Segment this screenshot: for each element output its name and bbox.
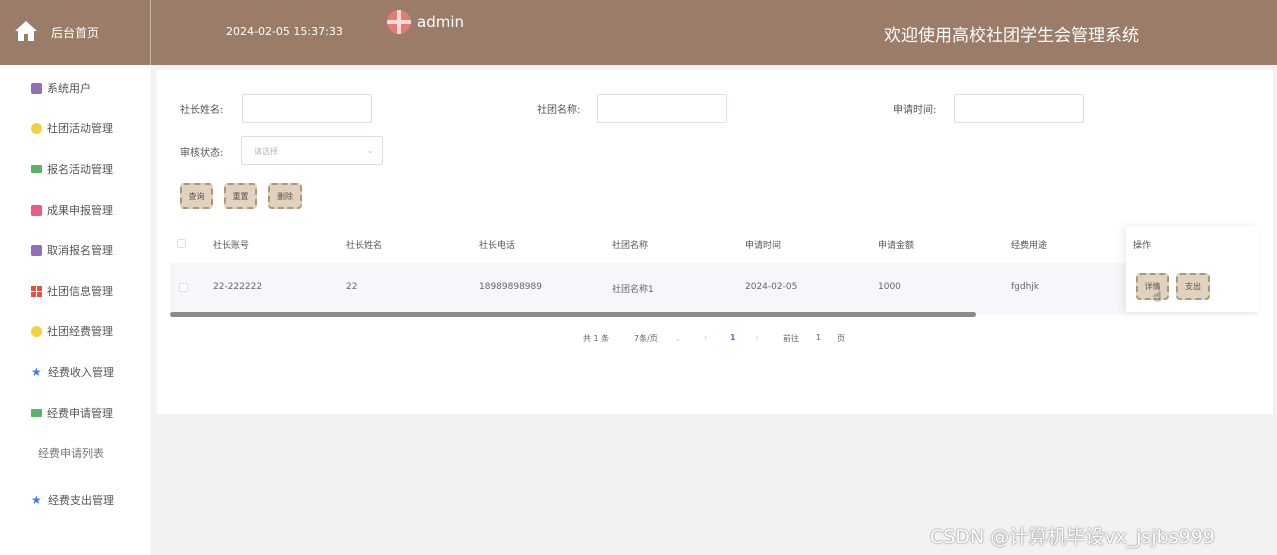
delete-button[interactable]: 删除 — [268, 183, 302, 209]
column-header: 申请金额 — [878, 241, 915, 251]
home-icon — [14, 20, 38, 46]
page-size-select[interactable]: 7条/页 ⌄ — [634, 333, 681, 344]
username: admin — [417, 13, 464, 31]
message-icon — [31, 409, 42, 417]
page-suffix: 页 — [837, 334, 845, 343]
pagination-total: 共 1 条 — [583, 334, 610, 343]
grid-icon — [31, 285, 42, 297]
column-header: 社团名称 — [612, 241, 649, 251]
sidebar-item-fund-income[interactable]: ★ 经费收入管理 — [31, 363, 114, 381]
cell-account: 22-222222 — [213, 282, 263, 292]
star-icon: ★ — [31, 493, 42, 507]
status-select[interactable]: 请选择 ⌄ — [241, 136, 383, 165]
sidebar-item-label: 社团活动管理 — [47, 122, 113, 135]
goto-label: 前往 — [783, 334, 799, 343]
home-label: 后台首页 — [51, 26, 100, 40]
message-icon — [31, 165, 42, 173]
apply-time-label: 申请时间: — [893, 105, 937, 116]
sidebar-item-club-activity[interactable]: 社团活动管理 — [31, 119, 113, 137]
sidebar-item-club-info[interactable]: 社团信息管理 — [31, 282, 113, 300]
submenu-fund-application-list[interactable]: 经费申请列表 — [38, 445, 104, 461]
chevron-down-icon: ⌄ — [366, 146, 374, 156]
cell-amount: 1000 — [878, 282, 901, 292]
sidebar-item-fund-application[interactable]: 经费申请管理 — [31, 404, 113, 422]
status-label: 审核状态: — [180, 148, 224, 159]
sidebar-item-label: 报名活动管理 — [47, 163, 113, 176]
cell-purpose: fgdhjk — [1011, 282, 1040, 292]
operation-column: 操作 详情 支出 — [1126, 226, 1259, 312]
current-page[interactable]: 1 — [730, 333, 736, 342]
next-page-icon[interactable]: › — [755, 333, 758, 342]
chevron-down-icon: ⌄ — [674, 334, 682, 343]
user-menu[interactable]: admin — [387, 10, 464, 34]
apply-time-input[interactable] — [954, 94, 1084, 123]
sidebar-item-label: 社团信息管理 — [47, 285, 113, 298]
expense-button[interactable]: 支出 — [1176, 273, 1210, 300]
sidebar-item-fund-expense[interactable]: ★ 经费支出管理 — [31, 491, 114, 509]
column-header: 社长姓名 — [346, 241, 383, 251]
sidebar-item-label: 系统用户 — [47, 82, 91, 95]
sidebar-item-club-funds[interactable]: 社团经费管理 — [31, 322, 113, 340]
sidebar-item-system-users[interactable]: 系统用户 — [31, 79, 91, 97]
current-datetime: 2024-02-05 15:37:33 — [226, 25, 343, 38]
column-header: 操作 — [1133, 241, 1152, 251]
prev-page-icon[interactable]: ‹ — [704, 333, 707, 342]
sidebar-item-signup-activity[interactable]: 报名活动管理 — [31, 160, 113, 178]
sidebar-item-label: 社团经费管理 — [47, 325, 113, 338]
sidebar-item-label: 成果申报管理 — [47, 204, 113, 217]
column-header: 社长电话 — [479, 241, 516, 251]
cell-phone: 18989898989 — [479, 282, 542, 292]
column-header: 经费用途 — [1011, 241, 1048, 251]
sidebar: 系统用户 社团活动管理 报名活动管理 成果申报管理 取消报名管理 社团信息管理 … — [0, 65, 151, 555]
site-title: 欢迎使用高校社团学生会管理系统 — [884, 26, 1139, 46]
top-header: 后台首页 2024-02-05 15:37:33 admin 欢迎使用高校社团学… — [0, 0, 1277, 65]
row-checkbox[interactable] — [179, 283, 188, 292]
page-size-value: 7条/页 — [634, 334, 658, 343]
avatar-icon — [387, 10, 411, 34]
president-name-input[interactable] — [242, 94, 372, 123]
database-icon — [31, 82, 42, 94]
sidebar-item-achievement[interactable]: 成果申报管理 — [31, 201, 113, 219]
document-icon — [31, 204, 42, 216]
president-name-label: 社长姓名: — [180, 105, 224, 116]
column-header: 社长账号 — [213, 241, 250, 251]
circle-icon — [31, 325, 42, 337]
database-icon — [31, 244, 42, 256]
sidebar-item-label: 经费支出管理 — [48, 494, 114, 507]
reset-button[interactable]: 重置 — [224, 183, 257, 209]
circle-icon — [31, 122, 42, 134]
table-row[interactable] — [170, 263, 1259, 315]
status-select-placeholder: 请选择 — [254, 147, 278, 156]
club-name-label: 社团名称: — [537, 105, 581, 116]
watermark: CSDN @计算机毕设vx_jsjbs999 — [930, 526, 1215, 548]
column-header: 申请时间 — [745, 241, 782, 251]
cell-club: 社团名称1 — [612, 285, 654, 295]
horizontal-scrollbar[interactable] — [170, 312, 976, 317]
sidebar-item-label: 经费申请管理 — [47, 407, 113, 420]
sidebar-item-label: 取消报名管理 — [47, 244, 113, 257]
query-button[interactable]: 查询 — [180, 183, 213, 209]
cell-name: 22 — [346, 282, 358, 292]
goto-page-input[interactable]: 1 — [816, 333, 821, 342]
home-link[interactable]: 后台首页 — [0, 0, 151, 65]
star-icon: ★ — [31, 365, 42, 379]
pointer-cursor-icon: ☝ — [1153, 289, 1162, 305]
main-panel: 社长姓名: 社团名称: 申请时间: 审核状态: 请选择 ⌄ 查询 重置 删除 社… — [157, 70, 1273, 414]
sidebar-item-cancel-signup[interactable]: 取消报名管理 — [31, 241, 113, 259]
cell-date: 2024-02-05 — [745, 282, 798, 292]
club-name-input[interactable] — [597, 94, 727, 123]
sidebar-item-label: 经费收入管理 — [48, 366, 114, 379]
select-all-checkbox[interactable] — [177, 239, 186, 248]
